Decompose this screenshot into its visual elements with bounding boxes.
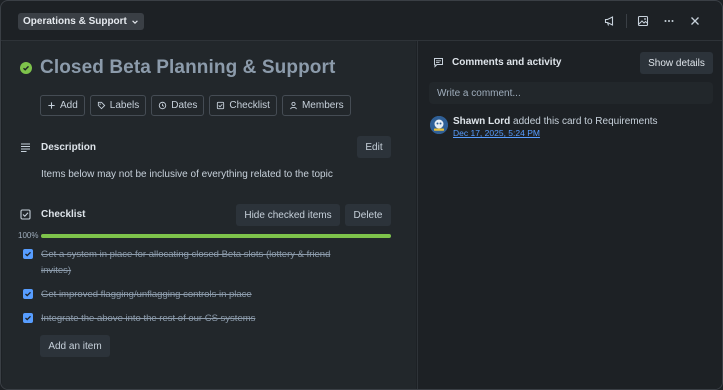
- person-icon: [290, 101, 297, 110]
- show-details-button[interactable]: Show details: [640, 52, 713, 74]
- progress-fill: [41, 234, 391, 238]
- user-avatar-icon: [430, 116, 448, 134]
- header-divider: [626, 14, 627, 28]
- more-options-icon[interactable]: [656, 12, 682, 30]
- activity-heading: Comments and activity: [433, 57, 561, 68]
- description-lines-icon: [21, 143, 30, 153]
- description-text[interactable]: Items below may not be inclusive of ever…: [41, 169, 333, 180]
- checklist-button[interactable]: Checklist: [209, 95, 277, 116]
- hide-checked-button[interactable]: Hide checked items: [236, 204, 340, 226]
- labels-label: Labels: [109, 100, 140, 111]
- progress-bar: [41, 234, 391, 238]
- card-modal: Operations & Support Closed Beta Plannin…: [0, 0, 723, 390]
- activity-user[interactable]: Shawn Lord: [453, 116, 510, 127]
- board-selector[interactable]: Operations & Support: [18, 13, 144, 30]
- members-button[interactable]: Members: [281, 95, 351, 116]
- description-title: Description: [41, 142, 97, 153]
- add-button[interactable]: Add: [40, 95, 85, 116]
- complete-check-icon[interactable]: [20, 62, 32, 74]
- check-icon: [25, 315, 31, 321]
- checklist-item-text[interactable]: Get a system in place for allocating clo…: [41, 247, 331, 279]
- checklist-icon: [20, 209, 31, 220]
- dates-button[interactable]: Dates: [151, 95, 205, 116]
- checkbox-icon: [217, 101, 225, 110]
- cover-image-icon[interactable]: [630, 12, 656, 30]
- checklist-item[interactable]: Get improved flagging/unflagging control…: [23, 287, 252, 303]
- description-heading: Description: [20, 142, 96, 153]
- card-main: Closed Beta Planning & Support Add Label…: [2, 41, 416, 389]
- delete-checklist-button[interactable]: Delete: [345, 204, 391, 226]
- add-label: Add: [60, 100, 78, 111]
- edit-description-button[interactable]: Edit: [357, 136, 391, 158]
- activity-entry: Shawn Lord added this card to Requiremen…: [430, 116, 658, 138]
- activity-panel: Comments and activity Show details Shawn…: [417, 41, 722, 389]
- tag-icon: [97, 101, 106, 110]
- avatar[interactable]: [430, 116, 448, 134]
- progress-percent: 100%: [18, 231, 39, 240]
- checklist-label: Checklist: [229, 100, 270, 111]
- add-item-button[interactable]: Add an item: [40, 335, 110, 357]
- close-icon[interactable]: [682, 12, 708, 30]
- checklist-item-text[interactable]: Integrate the above into the rest of our…: [41, 311, 255, 327]
- checklist-heading: Checklist: [20, 209, 85, 220]
- megaphone-icon[interactable]: [597, 12, 623, 30]
- comment-input[interactable]: [429, 82, 713, 104]
- checklist-item[interactable]: Get a system in place for allocating clo…: [23, 247, 331, 279]
- checklist-item[interactable]: Integrate the above into the rest of our…: [23, 311, 255, 327]
- header-actions: [597, 12, 708, 30]
- members-label: Members: [301, 100, 344, 111]
- checklist-title: Checklist: [41, 209, 86, 220]
- checkbox[interactable]: [23, 249, 33, 259]
- board-name: Operations & Support: [23, 16, 127, 27]
- activity-title: Comments and activity: [452, 57, 562, 68]
- card-title-row: Closed Beta Planning & Support: [20, 57, 335, 79]
- dates-label: Dates: [171, 100, 198, 111]
- card-title[interactable]: Closed Beta Planning & Support: [40, 57, 335, 79]
- card-actions: Add Labels Dates Checklist Members: [40, 95, 351, 116]
- clock-icon: [159, 101, 167, 110]
- check-icon: [25, 251, 31, 257]
- card-header: Operations & Support: [1, 1, 722, 41]
- chevron-down-icon: [132, 19, 138, 24]
- activity-entry-body: Shawn Lord added this card to Requiremen…: [453, 116, 658, 138]
- activity-timestamp[interactable]: Dec 17, 2025, 5:24 PM: [453, 128, 658, 138]
- checklist-item-text[interactable]: Get improved flagging/unflagging control…: [41, 287, 252, 303]
- comment-icon: [434, 58, 443, 68]
- checkbox[interactable]: [23, 313, 33, 323]
- activity-action: added this card to Requirements: [510, 116, 658, 127]
- labels-button[interactable]: Labels: [89, 95, 147, 116]
- check-icon: [25, 291, 31, 297]
- checkbox[interactable]: [23, 289, 33, 299]
- activity-text: Shawn Lord added this card to Requiremen…: [453, 116, 658, 128]
- plus-icon: [48, 102, 55, 109]
